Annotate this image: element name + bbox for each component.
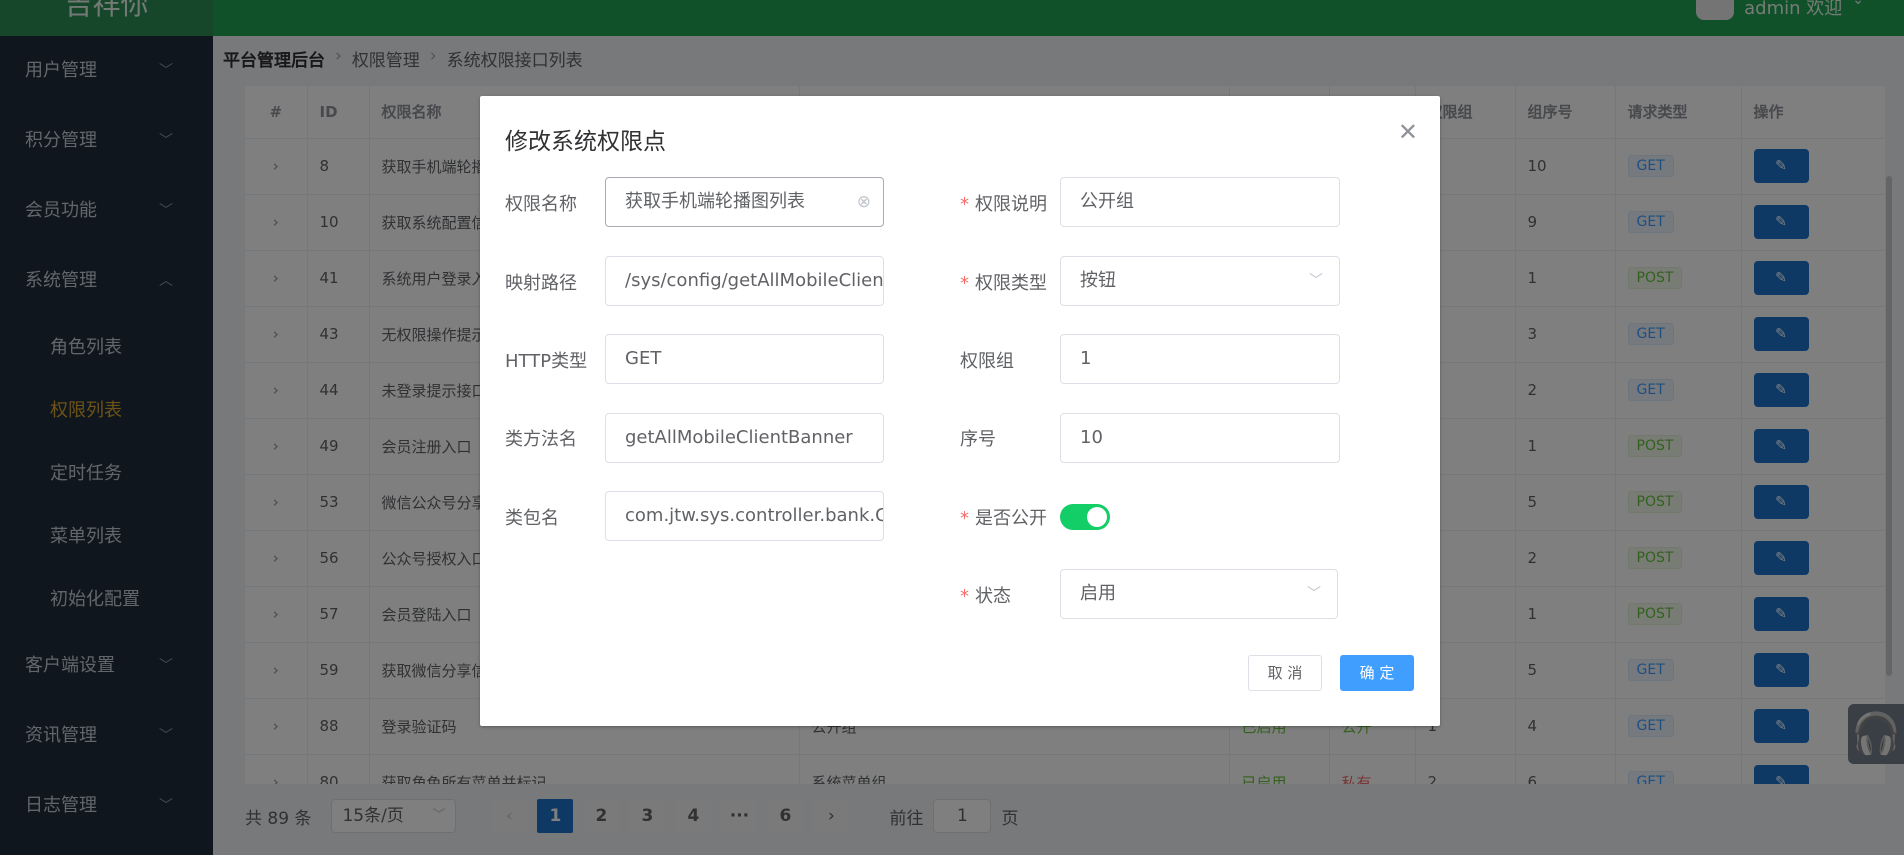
chevron-down-icon: ﹀ [1309,273,1323,289]
map-path-label: 映射路径 [505,273,577,294]
map-path-input[interactable]: /sys/config/getAllMobileClientBanner [605,256,884,306]
method-name-label: 类方法名 [505,429,577,450]
required-mark: * [960,586,969,607]
headset-icon[interactable]: 🎧 [1848,704,1904,764]
state-select[interactable]: 启用 ﹀ [1060,569,1338,619]
is-public-label: * 是否公开 [960,508,1047,529]
clear-icon[interactable]: ⊗ [857,178,871,226]
switch-knob [1087,507,1107,527]
close-icon[interactable]: ✕ [1398,118,1418,146]
perm-group-input[interactable]: 1 [1060,334,1340,384]
chevron-down-icon: ﹀ [1307,586,1321,602]
perm-type-value: 按钮 [1080,270,1116,291]
perm-type-select[interactable]: 按钮 ﹀ [1060,256,1340,306]
state-value: 启用 [1080,583,1116,604]
perm-group-label: 权限组 [960,351,1014,372]
perm-name-input[interactable]: 获取手机端轮播图列表 ⊗ [605,177,884,227]
order-input[interactable]: 10 [1060,413,1340,463]
confirm-button[interactable]: 确 定 [1340,655,1414,691]
package-name-input[interactable]: com.jtw.sys.controller.bank.ConfigContro… [605,491,884,541]
required-mark: * [960,508,969,529]
is-public-switch[interactable] [1060,504,1110,530]
required-mark: * [960,194,969,215]
state-label: * 状态 [960,586,1011,607]
cancel-button[interactable]: 取 消 [1248,655,1322,691]
edit-permission-dialog: 修改系统权限点 ✕ 权限名称 获取手机端轮播图列表 ⊗ 映射路径 /sys/co… [480,96,1440,726]
http-type-input[interactable]: GET [605,334,884,384]
http-type-label: HTTP类型 [505,351,588,372]
perm-name-label: 权限名称 [505,194,577,215]
perm-type-label: * 权限类型 [960,273,1047,294]
method-name-input[interactable]: getAllMobileClientBanner [605,413,884,463]
package-name-label: 类包名 [505,508,559,529]
perm-desc-label: * 权限说明 [960,194,1047,215]
perm-name-value: 获取手机端轮播图列表 [625,191,805,212]
dialog-title: 修改系统权限点 [505,129,666,155]
order-label: 序号 [960,429,996,450]
required-mark: * [960,273,969,294]
perm-desc-input[interactable]: 公开组 [1060,177,1340,227]
